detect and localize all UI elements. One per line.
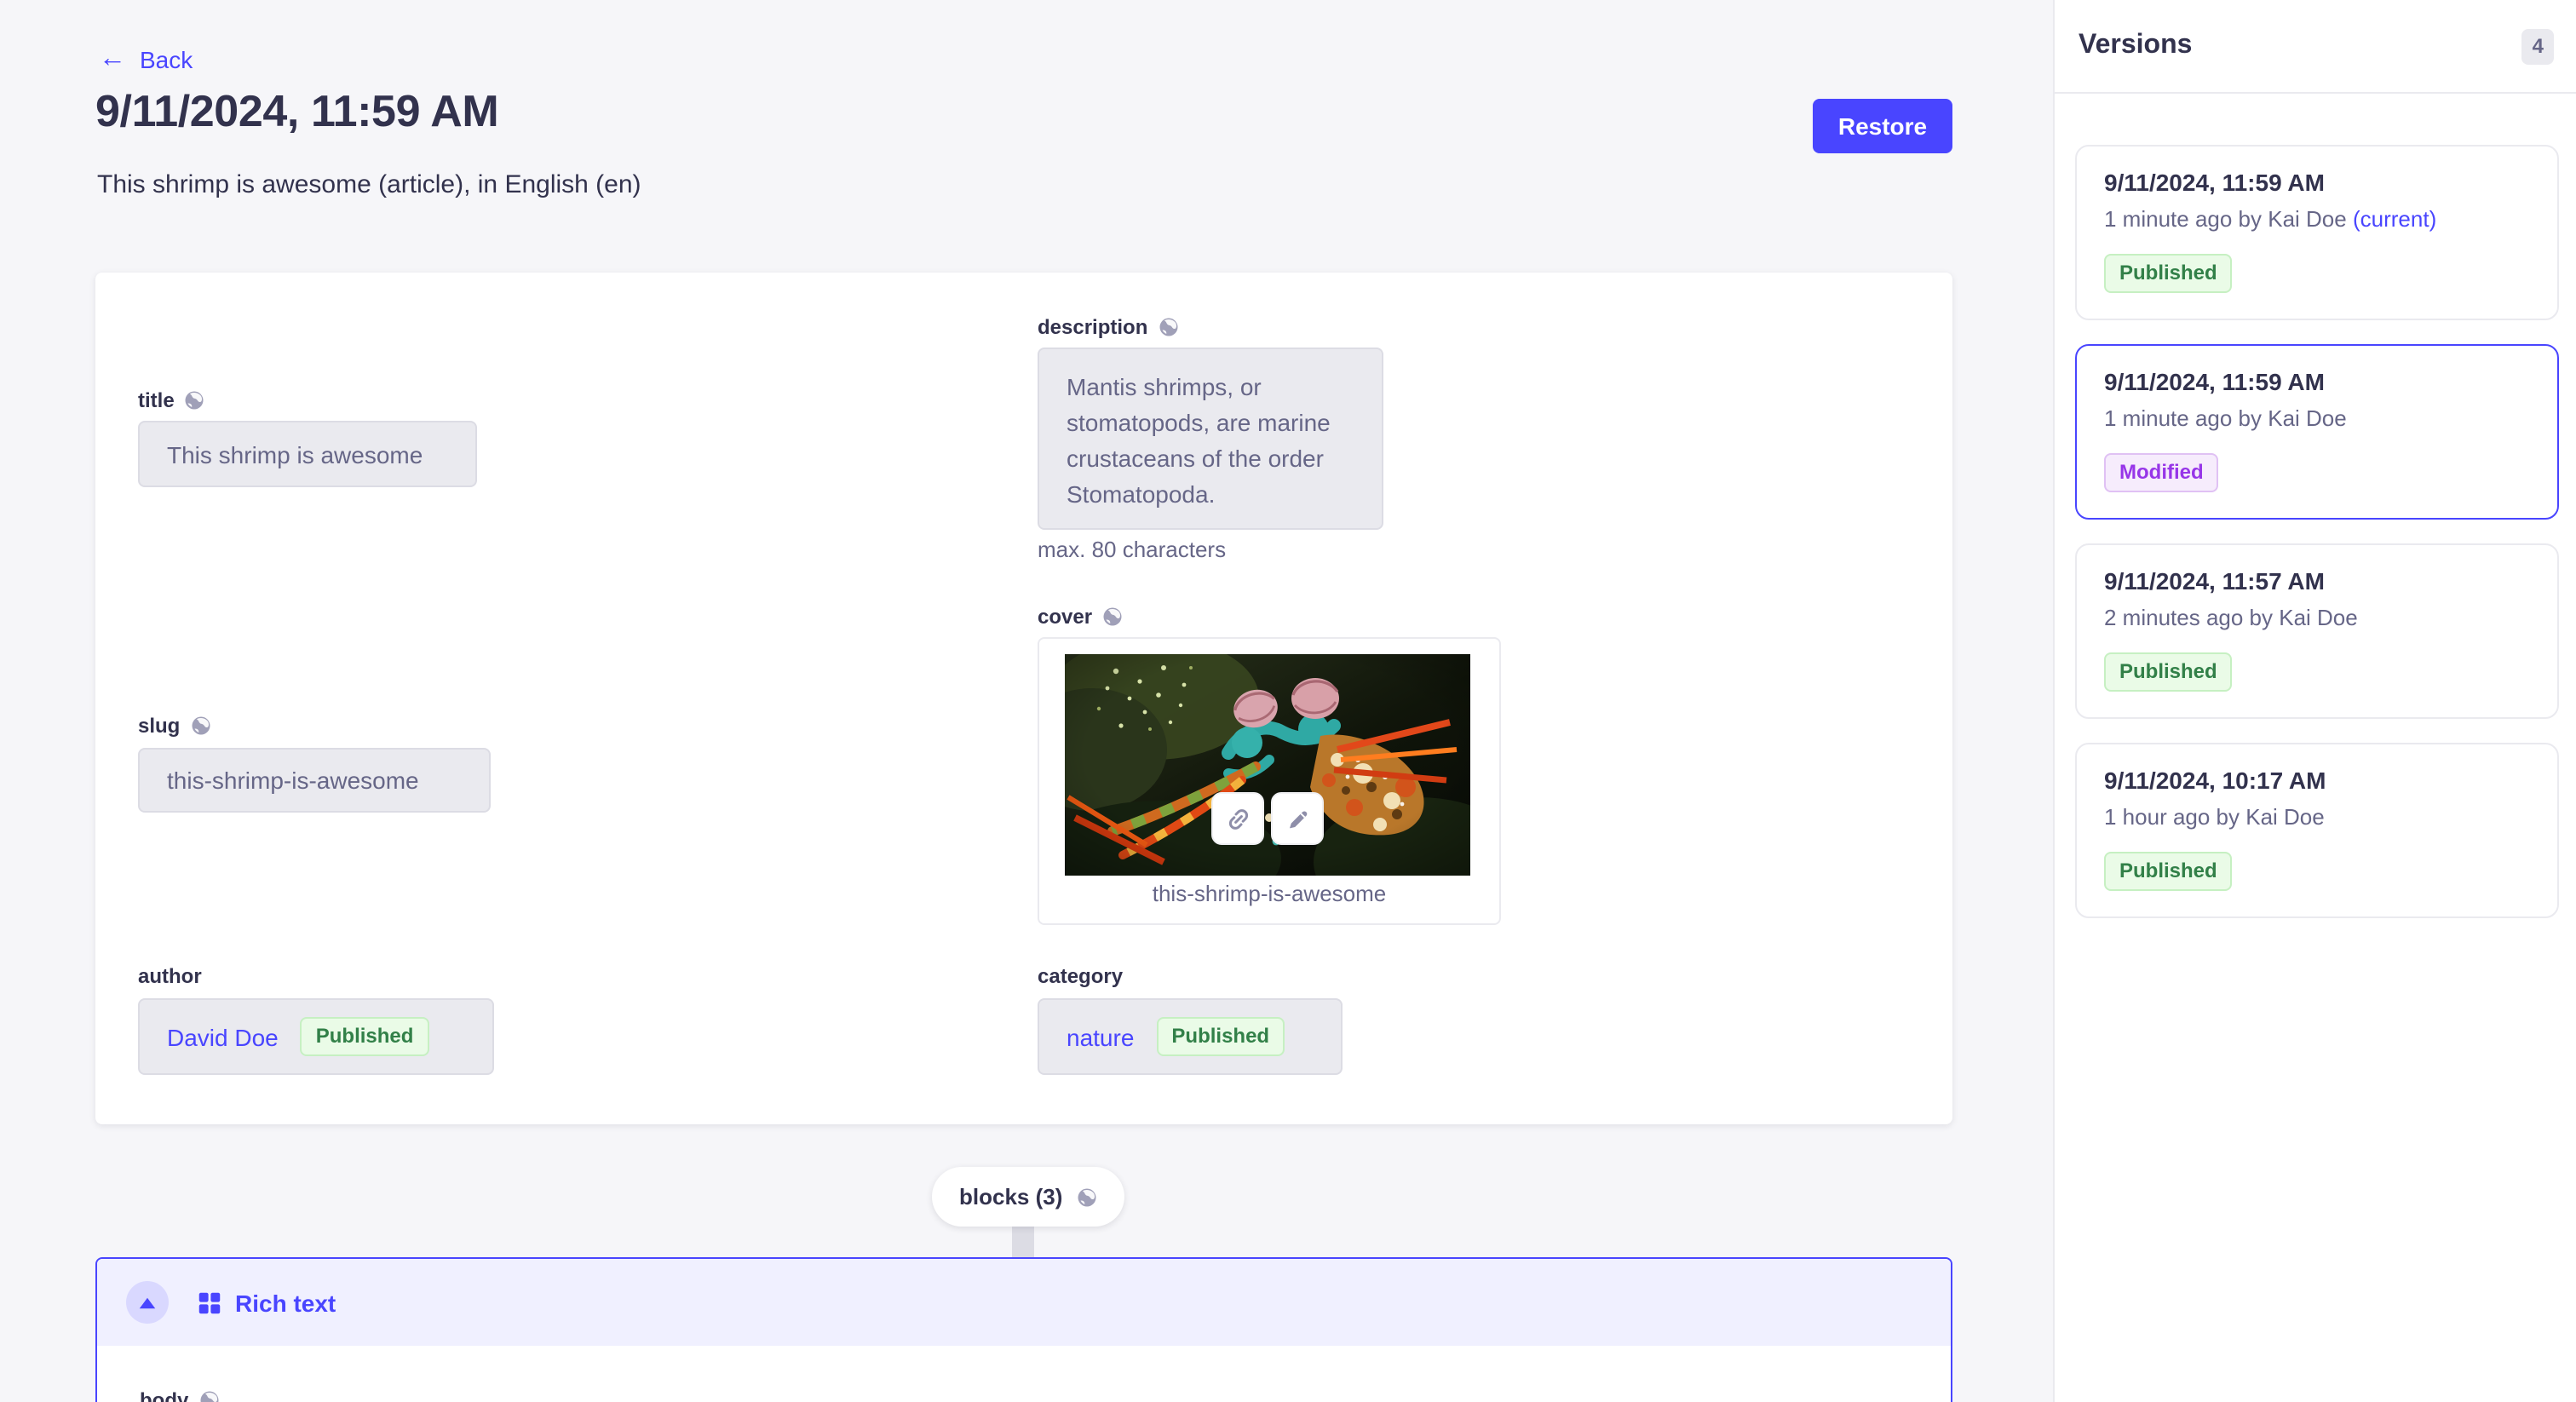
globe-icon — [1158, 317, 1178, 337]
author-relation-box: David Doe Published — [138, 998, 494, 1075]
copy-link-button[interactable] — [1211, 792, 1264, 845]
version-status-badge: Published — [2104, 254, 2233, 293]
globe-icon — [190, 715, 210, 736]
version-status-badge: Published — [2104, 652, 2233, 692]
version-timestamp: 9/11/2024, 11:57 AM — [2104, 567, 2530, 595]
globe-icon — [198, 1390, 219, 1402]
version-timestamp: 9/11/2024, 10:17 AM — [2104, 767, 2530, 794]
page-title: 9/11/2024, 11:59 AM — [95, 85, 498, 138]
rich-text-accordion-body: body — [97, 1346, 1951, 1402]
globe-icon — [185, 390, 205, 411]
slug-field-label: slug — [138, 714, 210, 738]
cover-caption: this-shrimp-is-awesome — [1039, 881, 1499, 906]
title-input[interactable]: This shrimp is awesome — [138, 421, 477, 487]
rich-text-block-accordion: Rich text body — [95, 1257, 1952, 1402]
versions-sidebar: Versions 4 9/11/2024, 11:59 AM 1 minute … — [2053, 0, 2576, 1402]
pill-connector — [1012, 1225, 1034, 1259]
collapse-toggle-button[interactable] — [126, 1281, 169, 1324]
rich-text-accordion-header[interactable]: Rich text — [97, 1259, 1951, 1346]
author-status-badge: Published — [301, 1017, 429, 1056]
cover-actions — [1211, 792, 1324, 845]
edit-media-button[interactable] — [1271, 792, 1324, 845]
category-relation-box: nature Published — [1038, 998, 1343, 1075]
version-card[interactable]: 9/11/2024, 10:17 AM 1 hour ago by Kai Do… — [2075, 743, 2559, 918]
version-status-badge: Modified — [2104, 453, 2219, 492]
version-history-page: ← Back 9/11/2024, 11:59 AM This shrimp i… — [0, 0, 2576, 1402]
chevron-up-icon — [138, 1296, 157, 1309]
globe-icon — [1102, 606, 1123, 627]
rich-text-block-title: Rich text — [235, 1289, 336, 1316]
body-field-label: body — [140, 1388, 1951, 1402]
block-grid-icon — [198, 1290, 221, 1314]
version-meta: 1 minute ago by Kai Doe — [2104, 405, 2347, 431]
version-card[interactable]: 9/11/2024, 11:59 AM 1 minute ago by Kai … — [2075, 145, 2559, 320]
versions-title: Versions — [2079, 31, 2192, 61]
category-field-label: category — [1038, 964, 1123, 988]
category-status-badge: Published — [1156, 1017, 1285, 1056]
blocks-field-pill: blocks (3) — [932, 1167, 1124, 1227]
back-arrow-icon: ← — [99, 46, 126, 73]
restore-button[interactable]: Restore — [1813, 99, 1952, 153]
author-relation-link[interactable]: David Doe — [167, 1023, 279, 1050]
cover-field-label: cover — [1038, 605, 1123, 629]
versions-sidebar-header: Versions 4 — [2055, 0, 2576, 94]
cover-media-card: this-shrimp-is-awesome — [1038, 637, 1501, 925]
description-field-label: description — [1038, 315, 1178, 339]
version-card[interactable]: 9/11/2024, 11:57 AM 2 minutes ago by Kai… — [2075, 543, 2559, 719]
versions-count-badge: 4 — [2522, 28, 2554, 64]
version-timestamp: 9/11/2024, 11:59 AM — [2104, 169, 2530, 196]
version-timestamp: 9/11/2024, 11:59 AM — [2104, 368, 2530, 395]
cover-image — [1065, 654, 1470, 876]
version-meta: 1 hour ago by Kai Doe — [2104, 804, 2325, 830]
version-current-label: (current) — [2353, 206, 2436, 232]
back-label: Back — [140, 46, 193, 73]
version-meta: 2 minutes ago by Kai Doe — [2104, 605, 2358, 630]
author-field-label: author — [138, 964, 202, 988]
slug-input[interactable]: this-shrimp-is-awesome — [138, 748, 491, 813]
version-list: 9/11/2024, 11:59 AM 1 minute ago by Kai … — [2055, 94, 2576, 918]
entry-form-card: title This shrimp is awesome slug this-s… — [95, 273, 1952, 1124]
main-content: ← Back 9/11/2024, 11:59 AM This shrimp i… — [0, 0, 2053, 1402]
version-card-selected[interactable]: 9/11/2024, 11:59 AM 1 minute ago by Kai … — [2075, 344, 2559, 520]
version-status-badge: Published — [2104, 852, 2233, 891]
pencil-icon — [1284, 805, 1311, 832]
description-hint: max. 80 characters — [1038, 537, 1226, 562]
version-meta: 1 minute ago by Kai Doe — [2104, 206, 2347, 232]
globe-icon — [1076, 1187, 1096, 1207]
page-subtitle: This shrimp is awesome (article), in Eng… — [97, 170, 641, 199]
link-icon — [1224, 805, 1251, 832]
back-link[interactable]: ← Back — [99, 46, 193, 73]
description-textarea[interactable]: Mantis shrimps, or stomatopods, are mari… — [1038, 348, 1383, 530]
title-field-label: title — [138, 388, 205, 412]
category-relation-link[interactable]: nature — [1067, 1023, 1134, 1050]
